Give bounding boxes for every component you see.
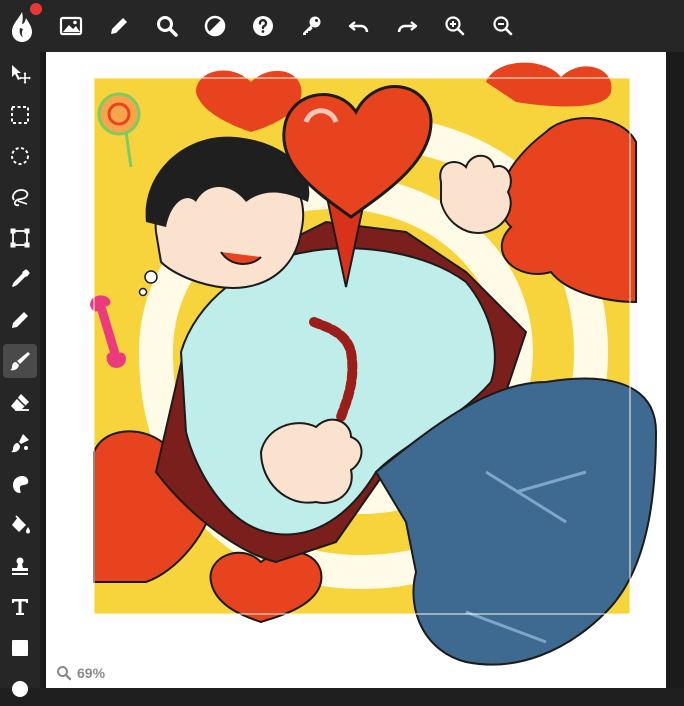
image-icon[interactable] (57, 12, 85, 40)
canvas-scroll-edge (666, 52, 684, 688)
pencil-icon[interactable] (3, 303, 37, 337)
zoom-in-icon[interactable] (441, 12, 469, 40)
zoom-out-icon[interactable] (489, 12, 517, 40)
half-circle-icon[interactable] (201, 12, 229, 40)
pencil-icon[interactable] (105, 12, 133, 40)
rect-select-icon[interactable] (3, 98, 37, 132)
zoom-label: 69% (77, 665, 106, 681)
move-icon[interactable] (3, 57, 37, 91)
smudge-icon[interactable] (3, 467, 37, 501)
clone-stamp-icon[interactable] (3, 549, 37, 583)
square-icon[interactable] (3, 631, 37, 665)
tool-sidebar (0, 52, 40, 697)
text-icon[interactable] (3, 590, 37, 624)
artwork (90, 62, 658, 666)
eraser-icon[interactable] (3, 385, 37, 419)
help-icon[interactable] (249, 12, 277, 40)
mixer-brush-icon[interactable] (3, 426, 37, 460)
lasso-icon[interactable] (3, 180, 37, 214)
redo-icon[interactable] (393, 12, 421, 40)
key-icon[interactable] (297, 12, 325, 40)
paint-bucket-icon[interactable] (3, 508, 37, 542)
undo-icon[interactable] (345, 12, 373, 40)
eyedropper-icon[interactable] (3, 262, 37, 296)
top-toolbar (0, 0, 684, 52)
magnifier-icon (56, 665, 72, 681)
notification-dot (30, 3, 42, 15)
zoom-indicator[interactable]: 69% (56, 662, 105, 684)
search-icon[interactable] (153, 12, 181, 40)
transform-icon[interactable] (3, 221, 37, 255)
drawing-canvas[interactable] (46, 52, 666, 688)
brush-icon[interactable] (3, 344, 37, 378)
circle-icon[interactable] (3, 672, 37, 706)
ellipse-select-icon[interactable] (3, 139, 37, 173)
